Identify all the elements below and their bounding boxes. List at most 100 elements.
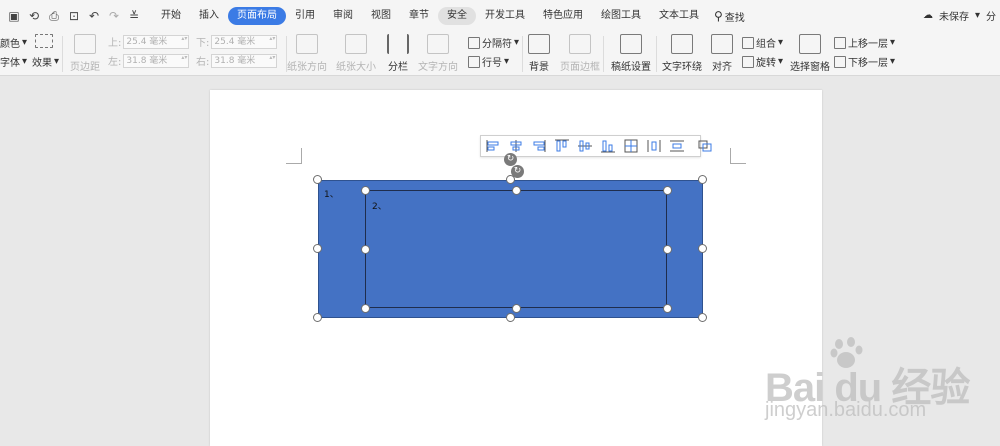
columns-button[interactable]: 分栏 xyxy=(387,34,409,73)
left-margin: 左: 31.8 毫米 xyxy=(108,53,190,68)
margins-button[interactable]: 页边距 xyxy=(70,34,100,73)
line-number-icon xyxy=(468,55,480,68)
tab-references[interactable]: 引用 xyxy=(286,7,324,25)
bottom-margin-input[interactable]: 25.4 毫米 xyxy=(211,34,278,49)
resize-handle[interactable] xyxy=(361,304,370,313)
text-direction-button[interactable]: 文字方向 xyxy=(418,34,458,73)
group-icon xyxy=(742,36,754,49)
orientation-icon xyxy=(296,34,318,54)
paper-size-button[interactable]: 纸张大小 xyxy=(336,34,376,73)
print-preview-icon[interactable]: ⊡ xyxy=(66,8,82,24)
theme-icon[interactable] xyxy=(35,34,53,48)
background-button[interactable]: 背景 xyxy=(528,34,550,73)
tab-developer[interactable]: 开发工具 xyxy=(476,7,534,25)
align-top-icon[interactable] xyxy=(553,138,571,154)
align-page-center-icon[interactable] xyxy=(622,138,640,154)
group-label: 组合 xyxy=(756,39,776,50)
resize-handle[interactable] xyxy=(663,186,672,195)
resize-handle[interactable] xyxy=(313,175,322,184)
tab-review[interactable]: 审阅 xyxy=(324,7,362,25)
tab-insert[interactable]: 插入 xyxy=(190,7,228,25)
top-margin-input[interactable]: 25.4 毫米 xyxy=(123,34,190,49)
resize-handle[interactable] xyxy=(361,186,370,195)
manuscript-label: 稿纸设置 xyxy=(611,62,651,73)
separator-icon xyxy=(468,36,480,49)
send-backward-button[interactable]: 下移一层 ▾ xyxy=(834,54,895,69)
align-left-icon[interactable] xyxy=(484,138,502,154)
align-icon xyxy=(711,34,733,54)
inner-shape-label: 2、 xyxy=(372,202,387,212)
tab-page-layout[interactable]: 页面布局 xyxy=(228,7,286,25)
rotate-button[interactable]: 旋转 ▾ xyxy=(742,54,783,69)
line-number-button[interactable]: 行号 ▾ xyxy=(468,54,509,69)
distribute-horizontal-icon[interactable] xyxy=(645,138,663,154)
redo-icon[interactable]: ↷ xyxy=(106,8,122,24)
group-objects-icon[interactable] xyxy=(696,138,714,154)
bring-forward-button[interactable]: 上移一层 ▾ xyxy=(834,35,895,50)
rotate-handle-icon[interactable]: ↻ xyxy=(504,153,517,166)
tab-special[interactable]: 特色应用 xyxy=(534,7,592,25)
separator-button[interactable]: 分隔符 ▾ xyxy=(468,35,519,50)
undo-icon[interactable]: ↶ xyxy=(86,8,102,24)
paper-size-icon xyxy=(345,34,367,54)
text-direction-icon xyxy=(427,34,449,54)
align-middle-icon[interactable] xyxy=(576,138,594,154)
save-as-icon[interactable]: ⟲ xyxy=(26,8,42,24)
align-bottom-icon[interactable] xyxy=(599,138,617,154)
ribbon: 颜色▾ 字体▾ 效果▾ 页边距 上: 25.4 毫米 下: 25.4 毫米 左:… xyxy=(0,32,1000,76)
search-button[interactable]: ⚲ 查找 xyxy=(714,9,745,24)
resize-handle[interactable] xyxy=(313,244,322,253)
resize-handle[interactable] xyxy=(663,245,672,254)
tab-text-tools[interactable]: 文本工具 xyxy=(650,7,708,25)
customize-icon[interactable]: ≚ xyxy=(126,8,142,24)
font-button[interactable]: 字体 ▾ xyxy=(0,54,27,69)
inner-rectangle-shape[interactable] xyxy=(365,190,667,308)
resize-handle[interactable] xyxy=(512,186,521,195)
align-right-icon[interactable] xyxy=(530,138,548,154)
page-border-label: 页面边框 xyxy=(560,62,600,73)
color-button[interactable]: 颜色 ▾ xyxy=(0,35,27,50)
line-number-label: 行号 xyxy=(482,58,502,69)
selection-pane-button[interactable]: 选择窗格 xyxy=(790,34,830,73)
align-center-icon[interactable] xyxy=(507,138,525,154)
resize-handle[interactable] xyxy=(663,304,672,313)
effect-button[interactable]: 效果 ▾ xyxy=(32,54,59,69)
cloud-icon: ☁ xyxy=(922,10,933,21)
separator-label: 分隔符 xyxy=(482,39,512,50)
orientation-button[interactable]: 纸张方向 xyxy=(287,34,327,73)
manuscript-button[interactable]: 稿纸设置 xyxy=(611,34,651,73)
resize-handle[interactable] xyxy=(512,304,521,313)
text-wrap-button[interactable]: 文字环绕 xyxy=(662,34,702,73)
tab-home[interactable]: 开始 xyxy=(152,7,190,25)
effect-label: 效果 xyxy=(32,58,52,69)
page-border-button[interactable]: 页面边框 xyxy=(560,34,600,73)
resize-handle[interactable] xyxy=(698,175,707,184)
resize-handle[interactable] xyxy=(506,175,515,184)
print-icon[interactable]: ⎙ xyxy=(46,8,62,24)
group-button[interactable]: 组合 ▾ xyxy=(742,35,783,50)
tab-view[interactable]: 视图 xyxy=(362,7,400,25)
resize-handle[interactable] xyxy=(698,313,707,322)
tab-section[interactable]: 章节 xyxy=(400,7,438,25)
tab-security[interactable]: 安全 xyxy=(438,7,476,25)
tab-drawing-tools[interactable]: 绘图工具 xyxy=(592,7,650,25)
share-button[interactable]: 分 xyxy=(986,8,996,23)
distribute-vertical-icon[interactable] xyxy=(668,138,686,154)
resize-handle[interactable] xyxy=(313,313,322,322)
right-margin: 右: 31.8 毫米 xyxy=(196,53,278,68)
dropdown-icon[interactable]: ▾ xyxy=(975,10,980,21)
separator xyxy=(522,36,523,72)
margins-icon xyxy=(74,34,96,54)
resize-handle[interactable] xyxy=(506,313,515,322)
resize-handle[interactable] xyxy=(361,245,370,254)
columns-icon xyxy=(387,34,409,54)
left-margin-input[interactable]: 31.8 毫米 xyxy=(123,53,190,68)
resize-handle[interactable] xyxy=(698,244,707,253)
bottom-margin: 下: 25.4 毫米 xyxy=(196,34,278,49)
align-button[interactable]: 对齐 xyxy=(711,34,733,73)
unsaved-status[interactable]: 未保存 xyxy=(939,8,969,23)
save-icon[interactable]: ▣ xyxy=(6,8,22,24)
background-icon xyxy=(528,34,550,54)
right-margin-input[interactable]: 31.8 毫米 xyxy=(211,53,278,68)
separator xyxy=(656,36,657,72)
